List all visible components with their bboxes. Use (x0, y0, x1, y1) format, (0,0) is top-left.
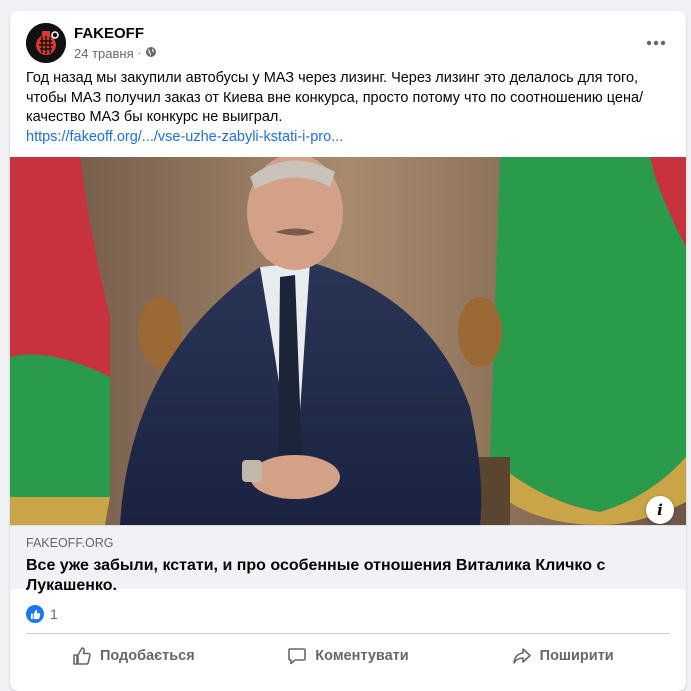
share-label: Поширити (539, 648, 614, 664)
preview-title[interactable]: Все уже забыли, кстати, и про особенные … (26, 556, 646, 596)
reaction-count: 1 (50, 606, 58, 622)
thumbs-up-icon (72, 646, 92, 666)
reactions-bar[interactable]: 1 (26, 599, 58, 629)
post-meta: 24 травня · (74, 46, 157, 61)
info-icon[interactable]: i (646, 496, 674, 524)
more-options-icon[interactable] (638, 25, 674, 61)
like-reaction-icon (26, 605, 44, 623)
comment-icon (287, 646, 307, 666)
share-button[interactable]: Поширити (455, 638, 670, 674)
share-icon (512, 646, 532, 666)
post-link[interactable]: https://fakeoff.org/.../vse-uzhe-zabyli-… (26, 128, 671, 148)
actions-divider (26, 633, 670, 634)
post-body: Год назад мы закупили автобусы у МАЗ чер… (26, 70, 644, 125)
preview-photo (10, 157, 686, 525)
action-bar: Подобається Коментувати Поширити (26, 638, 670, 674)
page-avatar[interactable] (26, 23, 66, 63)
post-header: FAKEOFF 24 травня · (26, 23, 670, 67)
link-preview-image[interactable]: i (10, 157, 686, 525)
preview-domain: FAKEOFF.ORG (26, 536, 114, 550)
comment-button[interactable]: Коментувати (241, 638, 456, 674)
like-button[interactable]: Подобається (26, 638, 241, 674)
globe-icon (145, 46, 157, 61)
separator-dot: · (137, 48, 141, 59)
post-date[interactable]: 24 травня (74, 46, 134, 61)
comment-label: Коментувати (315, 648, 409, 664)
link-preview[interactable]: FAKEOFF.ORG Все уже забыли, кстати, и пр… (10, 525, 686, 594)
post-card: FAKEOFF 24 травня · Год назад мы закупил… (10, 11, 686, 691)
like-label: Подобається (99, 648, 195, 664)
post-text: Год назад мы закупили автобусы у МАЗ чер… (26, 69, 671, 147)
page-name[interactable]: FAKEOFF (74, 25, 144, 42)
